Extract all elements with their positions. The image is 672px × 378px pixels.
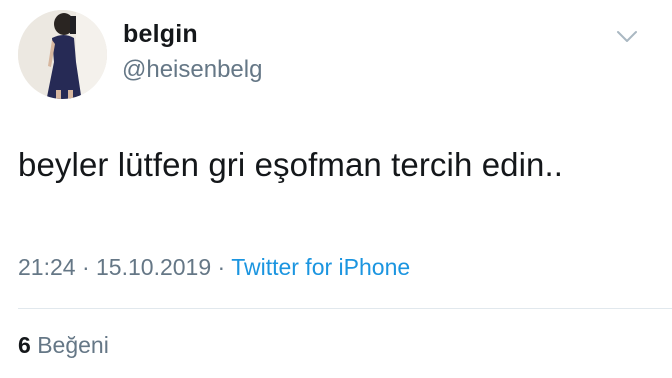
tweet-card: belgin @heisenbelg beyler lütfen gri eşo… [0, 0, 672, 378]
tweet-source-link[interactable]: Twitter for iPhone [231, 254, 410, 280]
likes-count: 6 [18, 332, 31, 358]
display-name[interactable]: belgin [123, 20, 198, 49]
likes-stat[interactable]: 6 Beğeni [18, 332, 109, 359]
chevron-down-icon[interactable] [616, 30, 638, 44]
divider [18, 308, 672, 309]
tweet-metadata: 21:24 · 15.10.2019 · Twitter for iPhone [18, 254, 410, 281]
meta-separator: · [217, 254, 226, 280]
user-handle[interactable]: @heisenbelg [122, 56, 262, 84]
likes-label: Beğeni [37, 332, 109, 358]
avatar[interactable] [18, 10, 107, 99]
meta-separator: · [81, 254, 90, 280]
tweet-date[interactable]: 15.10.2019 [96, 254, 211, 280]
tweet-time[interactable]: 21:24 [18, 254, 76, 280]
profile-photo-icon [18, 10, 107, 99]
tweet-text: beyler lütfen gri eşofman tercih edin.. [18, 146, 564, 183]
